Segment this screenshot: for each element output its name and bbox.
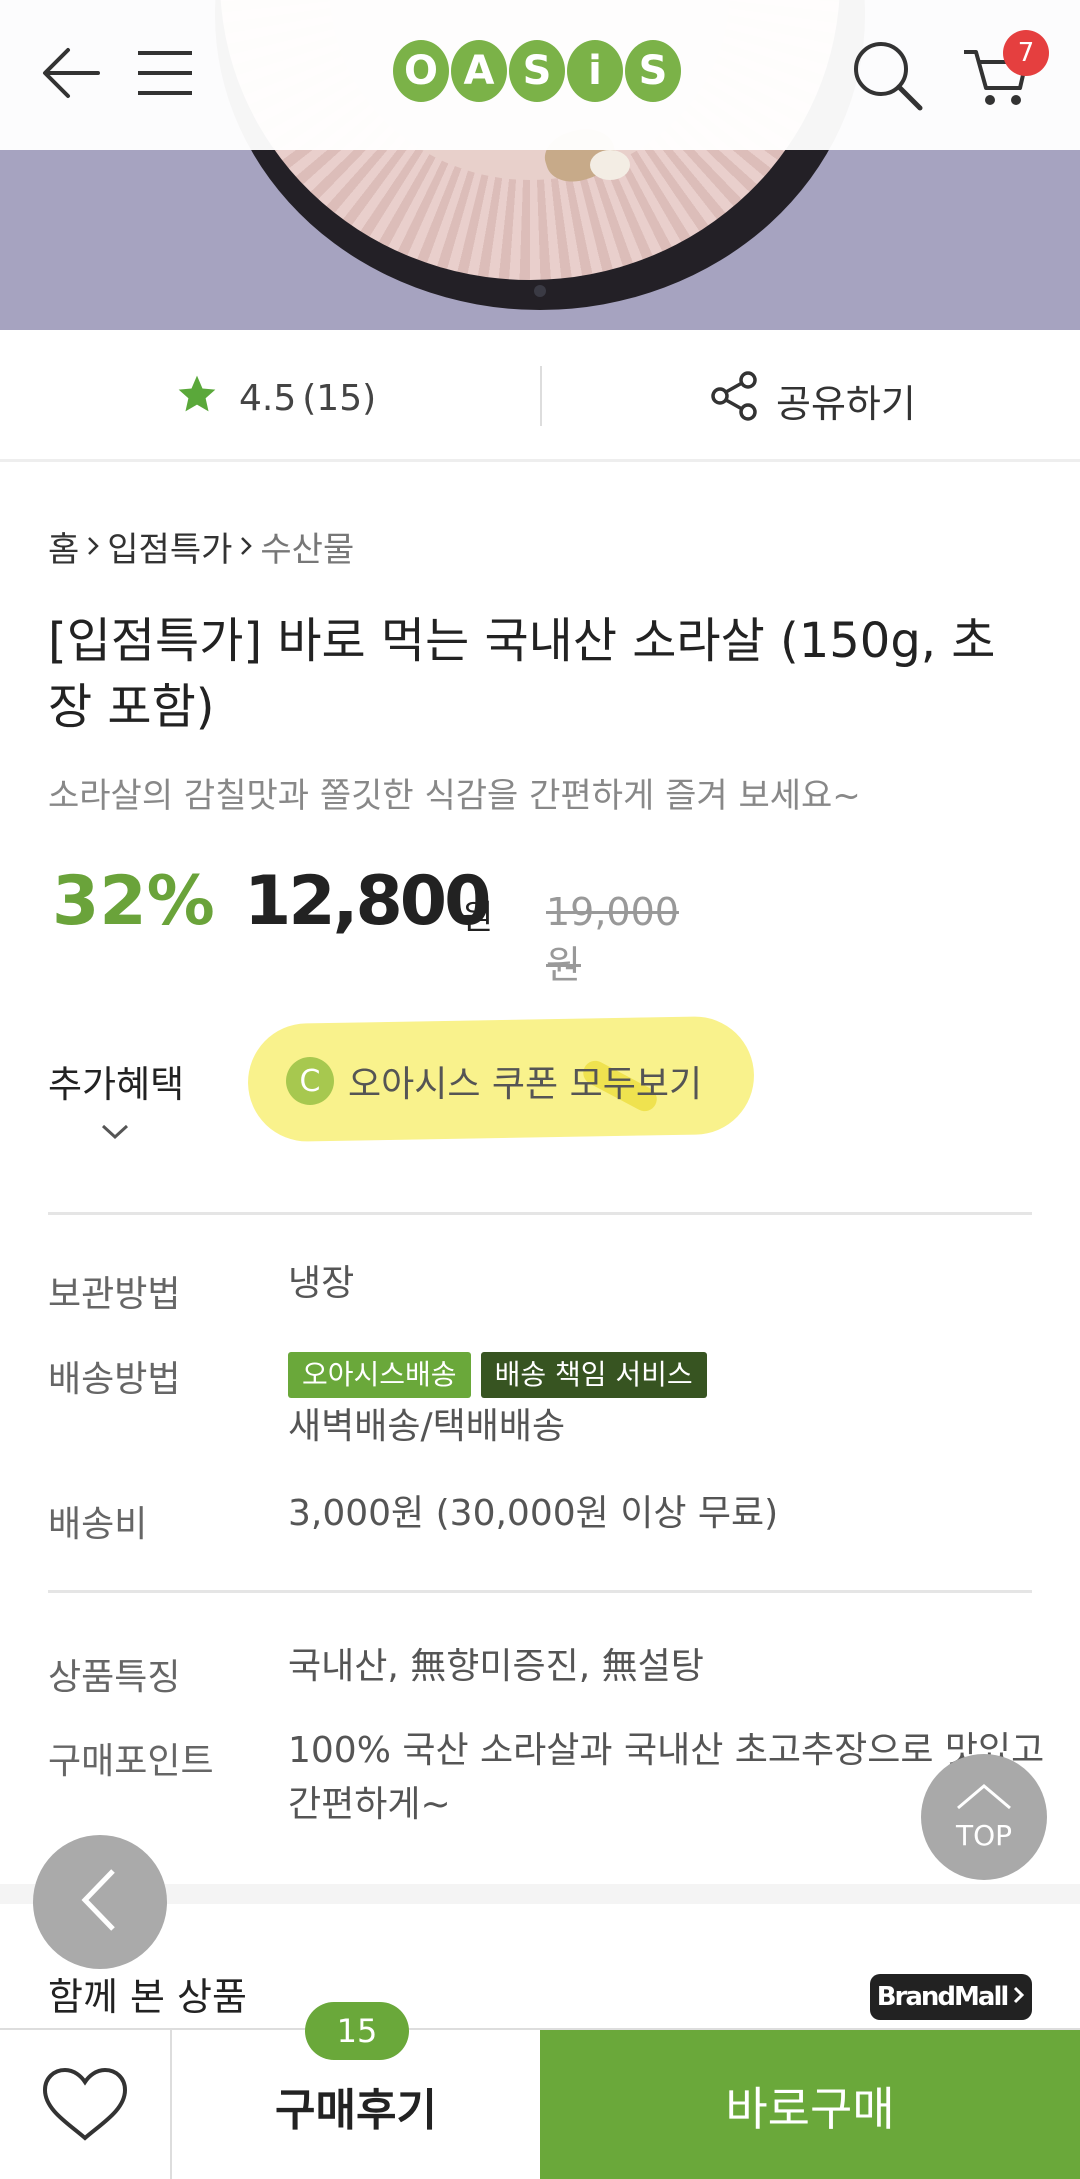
price-unit: 원 xyxy=(462,898,494,938)
delivery-method: 새벽배송/택배배송 xyxy=(288,1406,566,1447)
original-price: 19,000원 xyxy=(546,890,679,987)
buy-label: 바로구매 xyxy=(725,2081,895,2136)
coupon-view-all[interactable]: C 오아시스 쿠폰 모두보기 xyxy=(286,1055,702,1107)
rating-count: (15) xyxy=(302,378,377,419)
chevron-left-icon xyxy=(75,1865,125,1939)
breadcrumb-category[interactable]: 입점특가 xyxy=(107,522,232,571)
benefit-label[interactable]: 추가혜택 xyxy=(48,1054,184,1108)
info-value: 국내산, 無향미증진, 無설탕 xyxy=(288,1646,704,1687)
breadcrumb-subcategory[interactable]: 수산물 xyxy=(260,522,354,571)
menu-icon[interactable] xyxy=(134,38,196,112)
chevron-right-icon xyxy=(85,527,101,567)
back-arrow-icon[interactable] xyxy=(36,38,106,112)
section-title: 함께 본 상품 xyxy=(48,1975,247,2019)
product-subtitle: 소라살의 감칠맛과 쫄깃한 식감을 간편하게 즐겨 보세요~ xyxy=(48,776,861,816)
chevron-down-icon[interactable] xyxy=(100,1122,130,1146)
product-title: [입점특가] 바로 먹는 국내산 소라살 (150g, 초장 포함) xyxy=(48,613,996,735)
brandmall-label: BrandMall xyxy=(876,1982,1010,2012)
sale-price: 12,800 xyxy=(244,862,491,941)
oasis-logo[interactable]: O A S i S xyxy=(393,40,681,108)
share-label: 공유하기 xyxy=(776,382,916,426)
chevron-right-icon xyxy=(238,527,254,567)
info-value: 3,000원 (30,000원 이상 무료) xyxy=(288,1493,779,1534)
tag-oasis-delivery: 오아시스배송 xyxy=(288,1352,471,1398)
info-key: 상품특징 xyxy=(48,1657,181,1698)
info-key: 구매포인트 xyxy=(48,1741,214,1782)
top-label: TOP xyxy=(955,1819,1013,1852)
logo-letter: A xyxy=(451,40,507,102)
info-value: 냉장 xyxy=(288,1263,355,1304)
buy-now-button[interactable]: 바로구매 xyxy=(540,2030,1080,2179)
logo-letter: O xyxy=(393,40,449,102)
review-count-badge: 15 xyxy=(305,2002,409,2060)
divider xyxy=(48,1590,1032,1593)
back-floating-button[interactable] xyxy=(33,1835,167,1969)
bottom-action-bar: 구매후기 바로구매 xyxy=(0,2028,1080,2179)
rating-score: 4.5 xyxy=(239,378,297,419)
breadcrumb: 홈 입점특가 수산물 xyxy=(48,522,354,571)
tag-delivery-responsibility[interactable]: 배송 책임 서비스 xyxy=(480,1352,707,1398)
shell-meat-light xyxy=(590,150,630,180)
coupon-text: 오아시스 쿠폰 모두보기 xyxy=(348,1064,703,1105)
brandmall-button[interactable]: BrandMall xyxy=(870,1974,1032,2020)
heart-icon xyxy=(39,2064,131,2148)
coupon-icon: C xyxy=(286,1057,334,1105)
chevron-up-icon xyxy=(954,1782,1014,1819)
info-key: 배송방법 xyxy=(48,1359,181,1400)
top-bar: O A S i S 7 xyxy=(0,0,1080,150)
logo-letter: S xyxy=(509,40,565,102)
info-key: 보관방법 xyxy=(48,1274,181,1315)
share-icon xyxy=(708,370,760,431)
cart-count-badge: 7 xyxy=(1003,30,1049,76)
wishlist-button[interactable] xyxy=(0,2030,172,2179)
info-key: 배송비 xyxy=(48,1504,148,1545)
breadcrumb-home[interactable]: 홈 xyxy=(48,522,79,571)
discount-rate: 32% xyxy=(52,862,215,941)
divider xyxy=(540,366,542,426)
divider xyxy=(48,1212,1032,1215)
scroll-top-button[interactable]: TOP xyxy=(921,1754,1047,1880)
review-label: 구매후기 xyxy=(275,2084,437,2136)
logo-letter: S xyxy=(625,40,681,102)
share-button[interactable]: 공유하기 xyxy=(708,370,916,431)
info-value: 오아시스배송 배송 책임 서비스 새벽배송/택배배송 xyxy=(288,1346,1068,1454)
rating-summary[interactable]: 4.5 (15) xyxy=(175,372,376,425)
star-icon xyxy=(175,372,219,425)
search-icon[interactable] xyxy=(850,38,926,118)
rating-share-row: 4.5 (15) 공유하기 xyxy=(0,330,1080,462)
logo-letter: i xyxy=(567,40,623,102)
image-pager-dot[interactable] xyxy=(534,285,546,297)
chevron-right-icon xyxy=(1013,1982,1025,2012)
